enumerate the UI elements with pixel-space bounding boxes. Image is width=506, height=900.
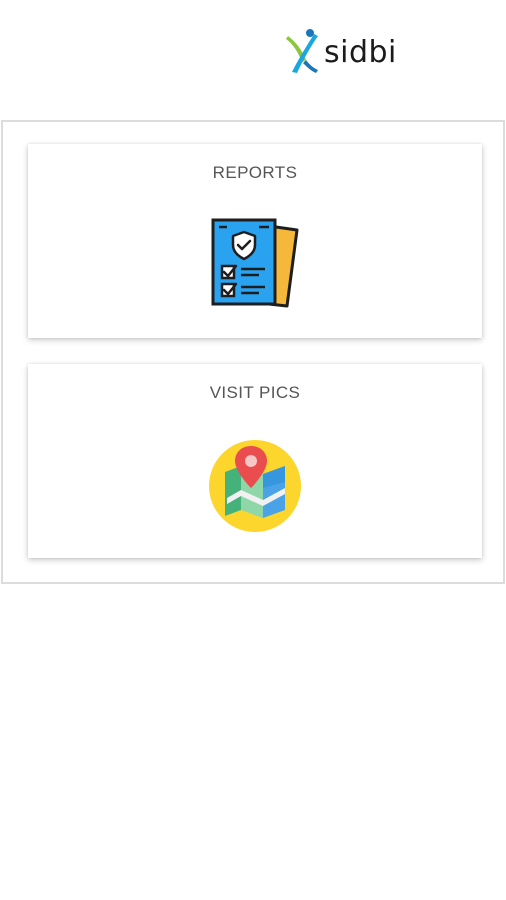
map-pin-icon <box>209 440 301 532</box>
report-document-icon <box>211 218 299 308</box>
sidbi-logo-text: sidbi <box>324 34 397 70</box>
reports-card[interactable]: REPORTS <box>28 144 482 338</box>
menu-panel: REPORTS VISIT PICS <box>1 120 505 584</box>
sidbi-logo: sidbi <box>284 26 397 76</box>
visit-pics-card[interactable]: VISIT PICS <box>28 364 482 558</box>
app-screen: sidbi REPORTS VISIT PICS <box>0 0 506 900</box>
visit-pics-card-title: VISIT PICS <box>209 383 301 402</box>
reports-card-title: REPORTS <box>212 163 298 182</box>
app-header: sidbi <box>0 0 506 118</box>
sidbi-logo-mark-icon <box>286 29 318 73</box>
